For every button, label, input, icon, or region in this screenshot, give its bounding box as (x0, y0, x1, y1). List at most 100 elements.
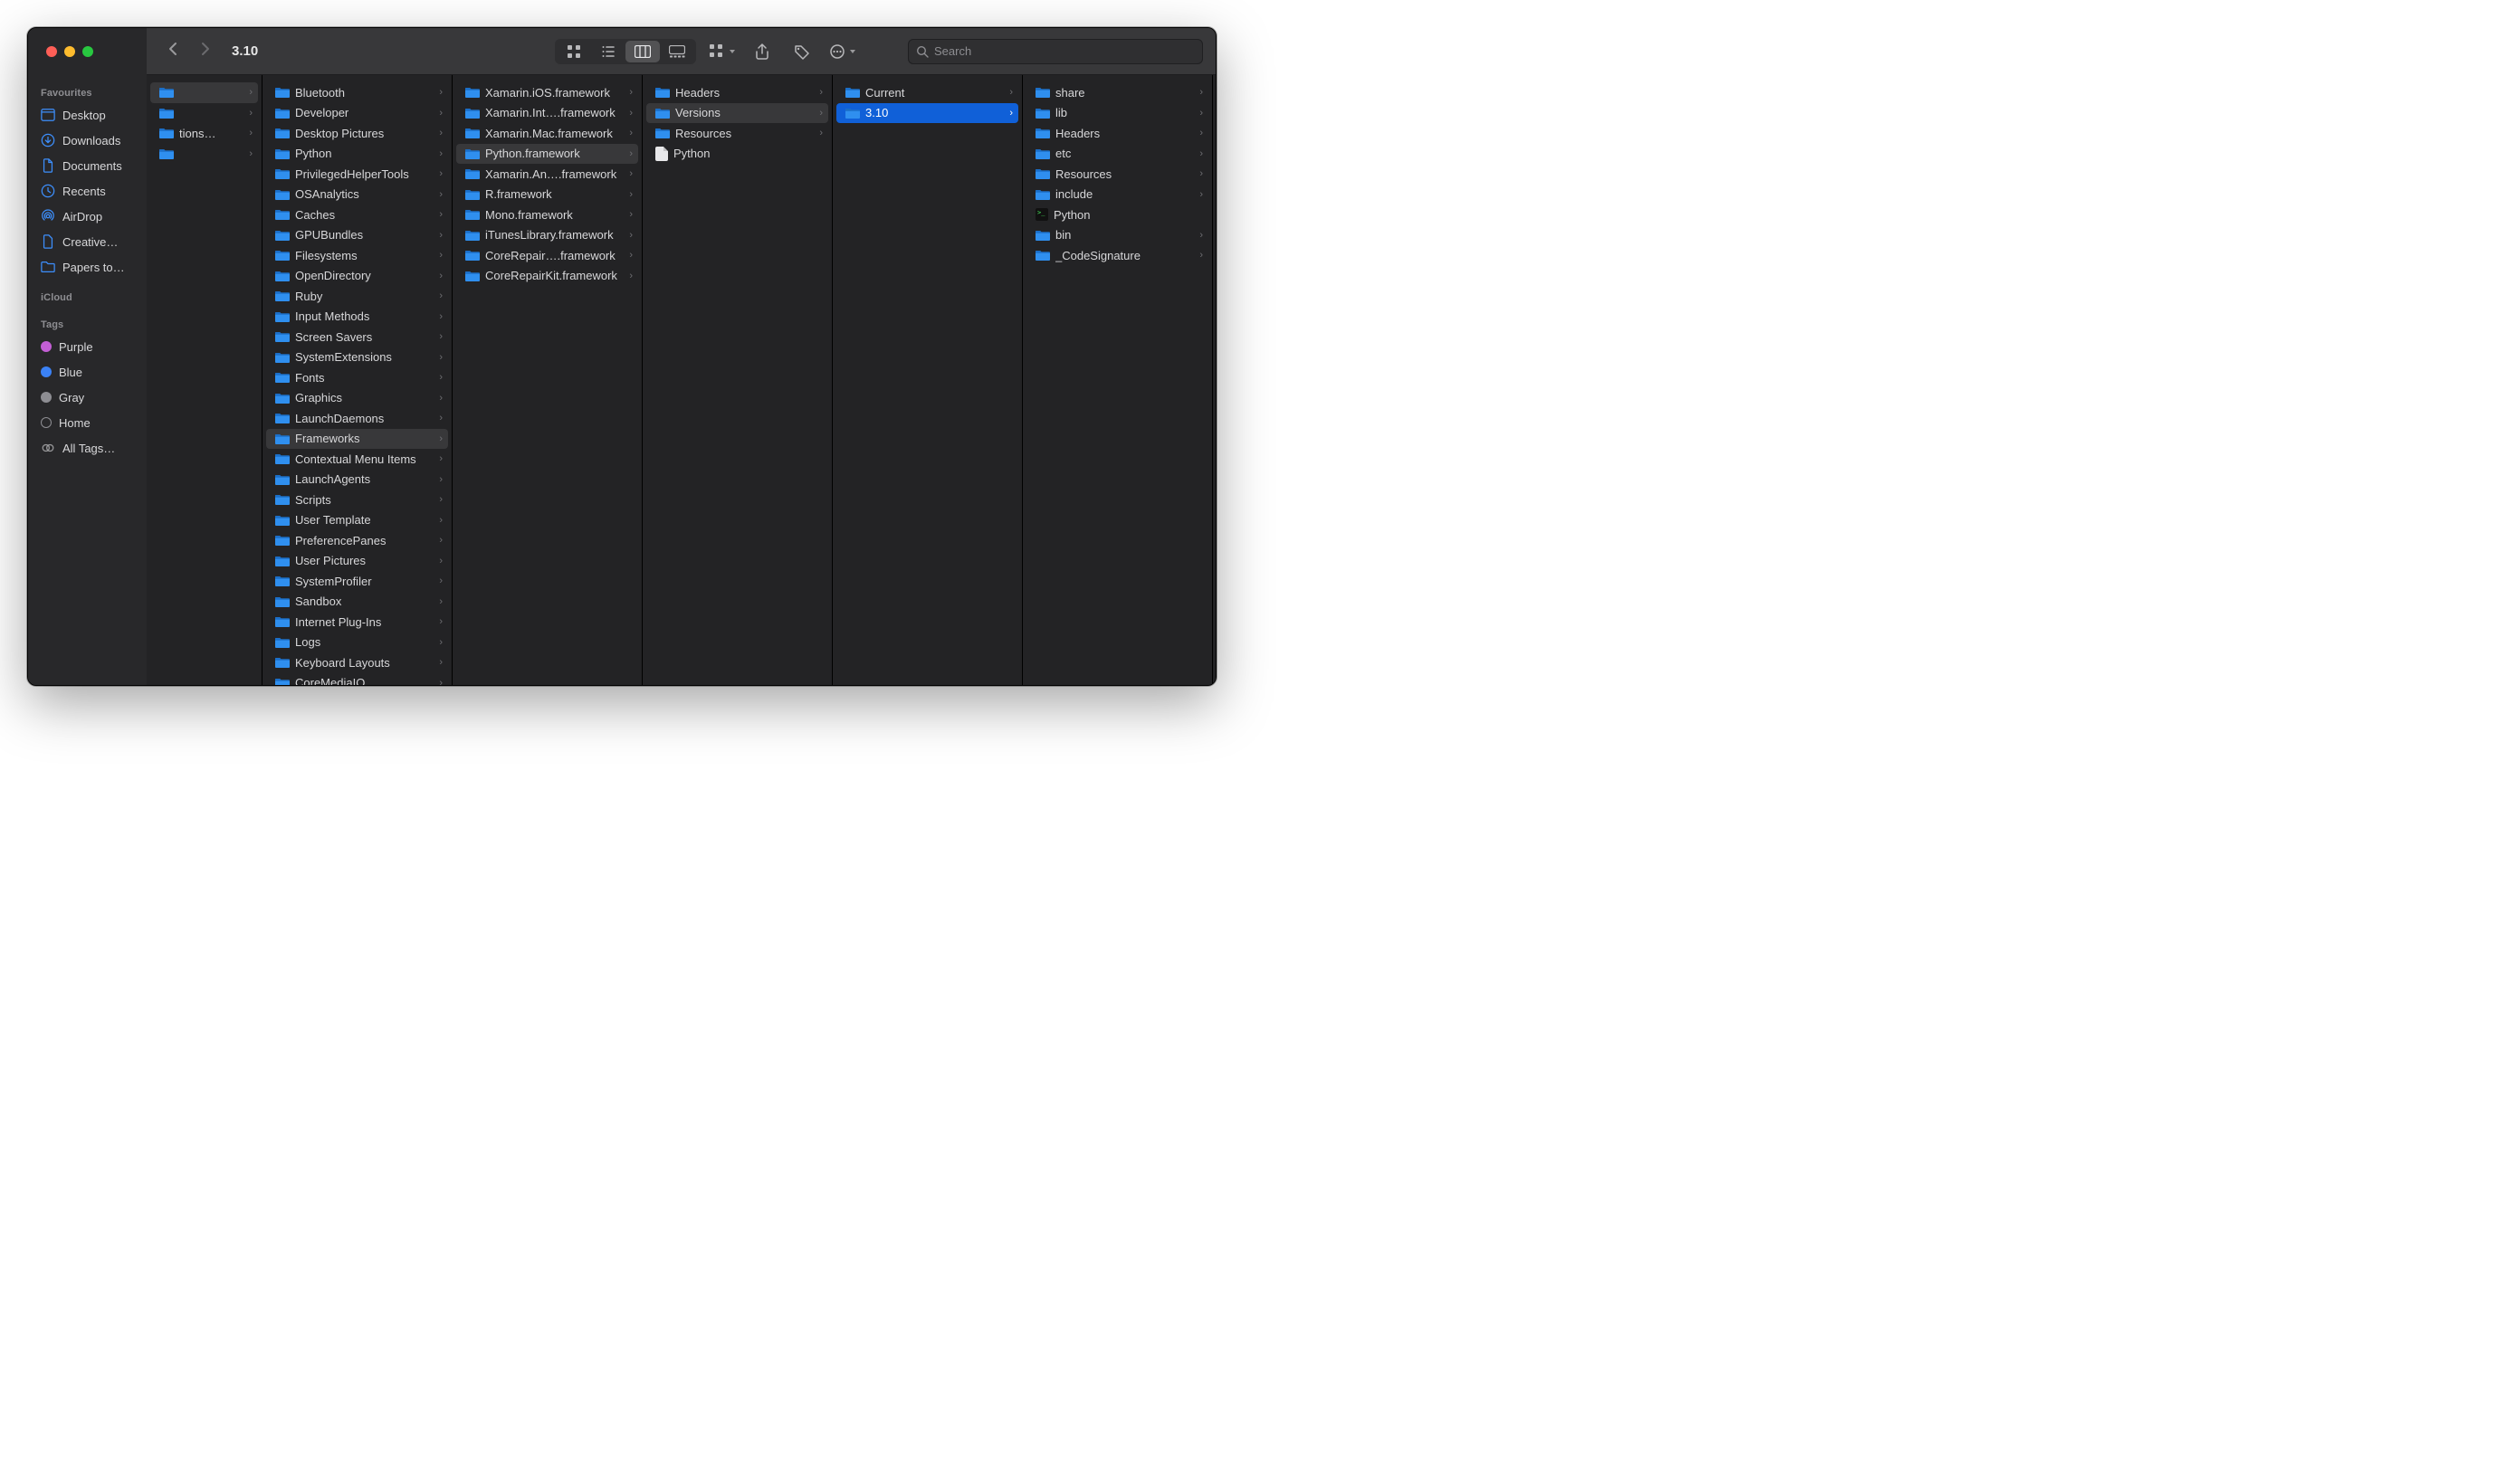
group-by-button[interactable] (709, 39, 736, 64)
list-item[interactable]: Caches› (266, 205, 448, 225)
chevron-right-icon: › (439, 209, 443, 220)
sidebar-item[interactable]: Recents (33, 178, 141, 204)
list-item[interactable]: Frameworks› (266, 429, 448, 450)
list-item[interactable]: LaunchDaemons› (266, 408, 448, 429)
list-item[interactable]: Graphics› (266, 388, 448, 409)
icon-view-button[interactable] (557, 41, 591, 62)
list-item[interactable]: Versions› (646, 103, 828, 124)
list-view-button[interactable] (591, 41, 625, 62)
list-item[interactable]: R.framework› (456, 185, 638, 205)
sidebar-item[interactable]: Downloads (33, 128, 141, 153)
sidebar-item[interactable]: Blue (33, 359, 141, 385)
list-item[interactable]: 3.10› (836, 103, 1018, 124)
item-name: include (1055, 187, 1194, 201)
list-item[interactable]: OSAnalytics› (266, 185, 448, 205)
list-item[interactable]: _CodeSignature› (1026, 245, 1208, 266)
folder-icon (159, 128, 174, 138)
tags-button[interactable] (788, 39, 816, 64)
list-item[interactable]: Xamarin.iOS.framework› (456, 82, 638, 103)
folder-icon (275, 87, 290, 98)
recents-icon (41, 184, 55, 198)
column-view-button[interactable] (625, 41, 660, 62)
sidebar-item[interactable]: Creative… (33, 229, 141, 254)
list-item[interactable]: Keyboard Layouts› (266, 652, 448, 673)
list-item[interactable]: etc› (1026, 144, 1208, 165)
list-item[interactable]: Contextual Menu Items› (266, 449, 448, 470)
list-item[interactable]: Headers› (646, 82, 828, 103)
list-item[interactable]: SystemProfiler› (266, 571, 448, 592)
list-item[interactable]: Ruby› (266, 286, 448, 307)
list-item[interactable]: SystemExtensions› (266, 347, 448, 368)
list-item[interactable]: Current› (836, 82, 1018, 103)
list-item[interactable]: GPUBundles› (266, 225, 448, 246)
list-item[interactable]: Internet Plug-Ins› (266, 612, 448, 633)
close-window-button[interactable] (46, 46, 57, 57)
search-field[interactable] (908, 39, 1203, 64)
sidebar-item[interactable]: Papers to… (33, 254, 141, 280)
list-item[interactable]: LaunchAgents› (266, 470, 448, 490)
sidebar-item[interactable]: Gray (33, 385, 141, 410)
list-item[interactable]: Filesystems› (266, 245, 448, 266)
sidebar-item[interactable]: All Tags… (33, 435, 141, 461)
list-item[interactable]: Xamarin.Int….framework› (456, 103, 638, 124)
sidebar-item[interactable]: Purple (33, 334, 141, 359)
list-item[interactable]: CoreRepair….framework› (456, 245, 638, 266)
list-item[interactable]: User Template› (266, 510, 448, 531)
traffic-light-area (28, 28, 147, 75)
list-item[interactable]: Python (646, 144, 828, 165)
list-item[interactable]: lib› (1026, 103, 1208, 124)
list-item[interactable]: › (150, 144, 258, 165)
list-item[interactable]: › (150, 82, 258, 103)
list-item[interactable]: Python.framework› (456, 144, 638, 165)
action-menu-button[interactable] (828, 39, 855, 64)
sidebar-item[interactable]: AirDrop (33, 204, 141, 229)
list-item[interactable]: CoreMediaIO› (266, 673, 448, 686)
item-name: share (1055, 86, 1194, 100)
forward-button[interactable] (197, 42, 212, 61)
zoom-window-button[interactable] (82, 46, 93, 57)
list-item[interactable]: OpenDirectory› (266, 266, 448, 287)
sidebar-item-label: All Tags… (62, 442, 115, 455)
item-name: PrivilegedHelperTools (295, 167, 434, 181)
sidebar-item[interactable]: Home (33, 410, 141, 435)
gallery-view-button[interactable] (660, 41, 694, 62)
list-item[interactable]: › (150, 103, 258, 124)
list-item[interactable]: iTunesLibrary.framework› (456, 225, 638, 246)
list-item[interactable]: Mono.framework› (456, 205, 638, 225)
list-item[interactable]: Xamarin.Mac.framework› (456, 123, 638, 144)
search-input[interactable] (934, 44, 1195, 58)
list-item[interactable]: …tions› (150, 123, 258, 144)
list-item[interactable]: Sandbox› (266, 592, 448, 613)
list-item[interactable]: User Pictures› (266, 551, 448, 572)
list-item[interactable]: Python› (266, 144, 448, 165)
list-item[interactable]: Python (1026, 205, 1208, 225)
list-item[interactable]: PreferencePanes› (266, 530, 448, 551)
list-item[interactable]: Resources› (1026, 164, 1208, 185)
list-item[interactable]: PrivilegedHelperTools› (266, 164, 448, 185)
list-item[interactable]: Headers› (1026, 123, 1208, 144)
minimize-window-button[interactable] (64, 46, 75, 57)
chevron-right-icon: › (1199, 230, 1203, 241)
list-item[interactable]: Logs› (266, 633, 448, 653)
sidebar-item[interactable]: Desktop (33, 102, 141, 128)
chevron-right-icon: › (439, 108, 443, 119)
item-name: SystemProfiler (295, 575, 434, 588)
list-item[interactable]: Scripts› (266, 490, 448, 510)
file-icon (41, 234, 55, 249)
sidebar-item[interactable]: Documents (33, 153, 141, 178)
list-item[interactable]: Screen Savers› (266, 327, 448, 347)
list-item[interactable]: Developer› (266, 103, 448, 124)
list-item[interactable]: Fonts› (266, 367, 448, 388)
list-item[interactable]: Xamarin.An….framework› (456, 164, 638, 185)
list-item[interactable]: Resources› (646, 123, 828, 144)
list-item[interactable]: share› (1026, 82, 1208, 103)
list-item[interactable]: bin› (1026, 225, 1208, 246)
list-item[interactable]: include› (1026, 185, 1208, 205)
item-name: Versions (675, 106, 814, 119)
list-item[interactable]: CoreRepairKit.framework› (456, 266, 638, 287)
share-button[interactable] (749, 39, 776, 64)
back-button[interactable] (167, 42, 181, 61)
list-item[interactable]: Bluetooth› (266, 82, 448, 103)
list-item[interactable]: Input Methods› (266, 307, 448, 328)
list-item[interactable]: Desktop Pictures› (266, 123, 448, 144)
